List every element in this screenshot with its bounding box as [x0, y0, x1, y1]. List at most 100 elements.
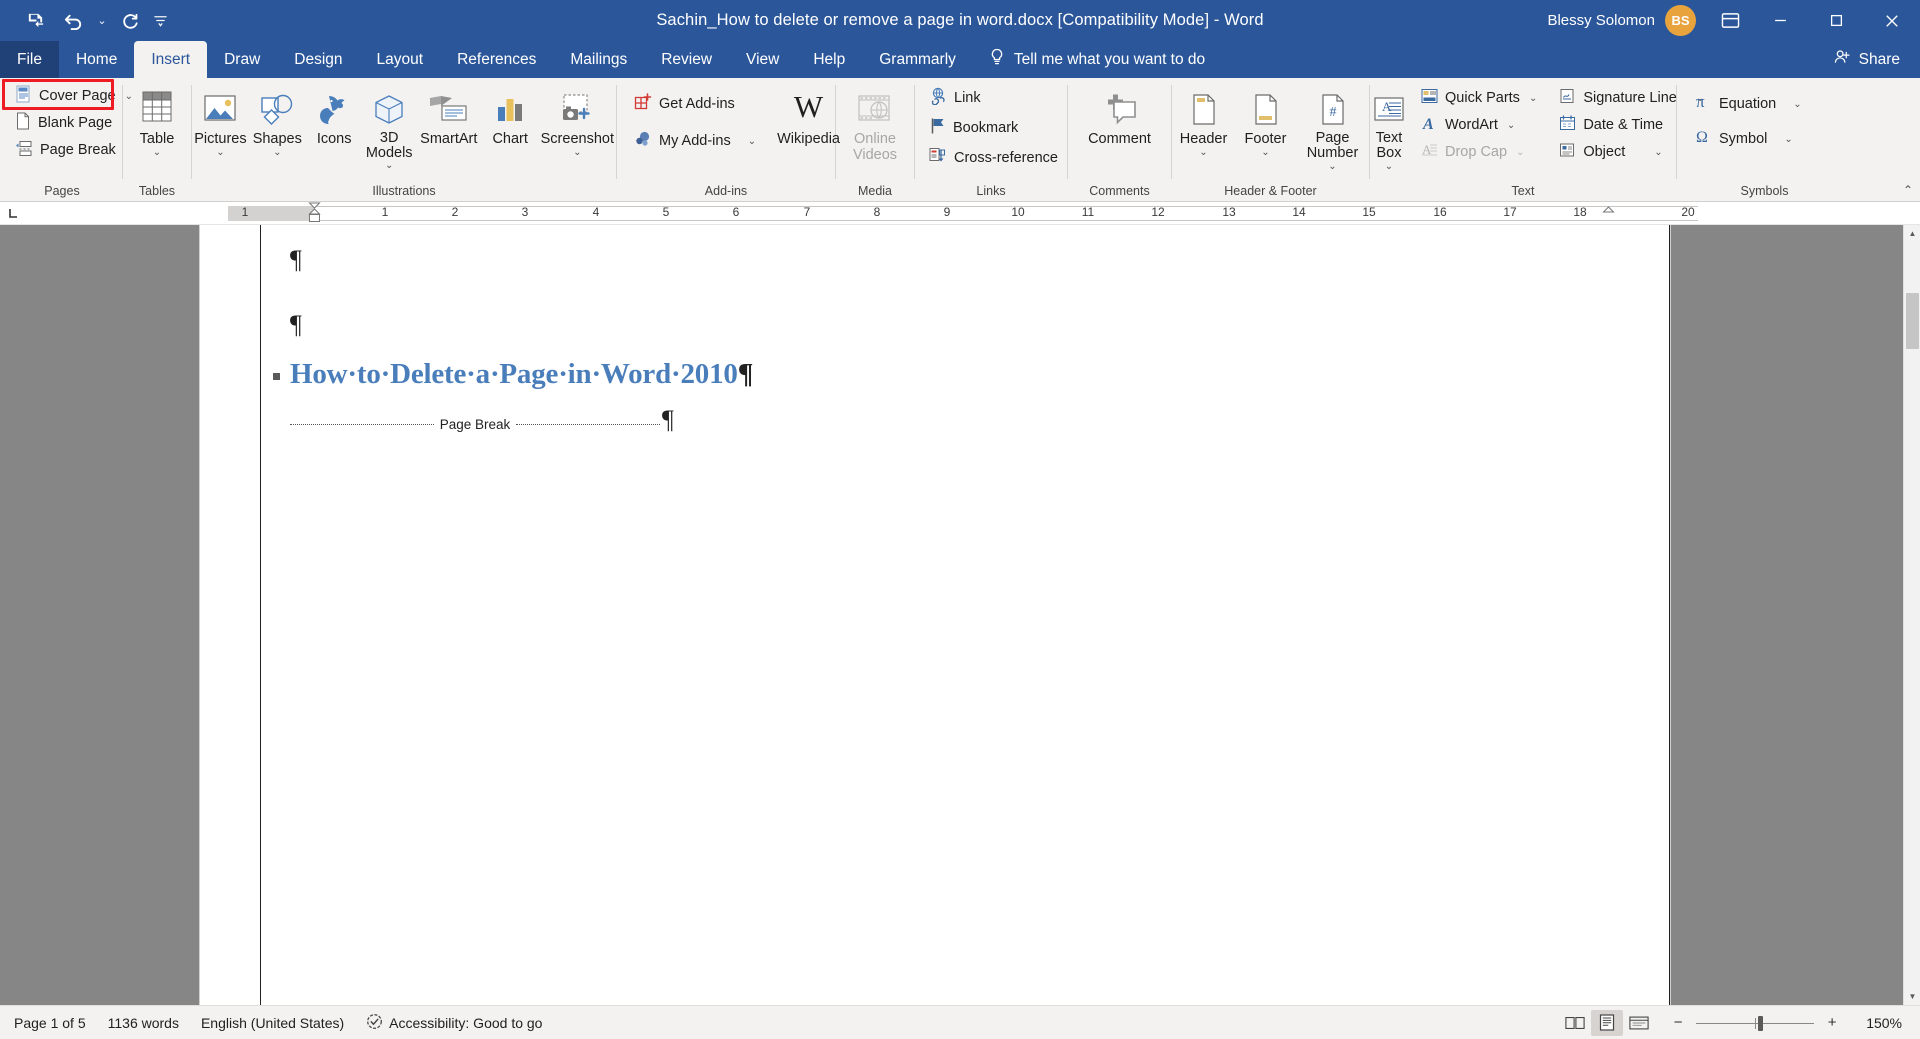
- lightbulb-icon: [989, 48, 1005, 71]
- read-mode-icon[interactable]: [1559, 1010, 1591, 1036]
- tab-review[interactable]: Review: [644, 41, 729, 78]
- shapes-button[interactable]: Shapes ⌄: [249, 83, 306, 169]
- group-label-links: Links: [976, 184, 1006, 198]
- tab-stop-selector[interactable]: [0, 202, 28, 224]
- header-button[interactable]: Header ⌄: [1173, 83, 1235, 169]
- chevron-down-icon[interactable]: ⌄: [1328, 161, 1336, 172]
- undo-icon[interactable]: [56, 6, 90, 36]
- tab-file[interactable]: File: [0, 41, 59, 78]
- icons-button[interactable]: Icons: [306, 83, 363, 169]
- save-icon[interactable]: [18, 6, 52, 36]
- tab-mailings[interactable]: Mailings: [553, 41, 644, 78]
- ribbon-display-options-icon[interactable]: [1708, 0, 1752, 41]
- table-button[interactable]: Table ⌄: [126, 83, 188, 169]
- chevron-down-icon[interactable]: ⌄: [1784, 134, 1792, 145]
- document-page[interactable]: ¶ ¶ How·to·Delete·a·Page·in·Word·2010¶ P…: [200, 225, 1670, 1005]
- zoom-out-button[interactable]: −: [1669, 1012, 1687, 1034]
- online-videos-label: Online Videos: [852, 131, 898, 163]
- document-heading[interactable]: How·to·Delete·a·Page·in·Word·2010¶: [290, 358, 753, 391]
- document-workspace[interactable]: ¶ ¶ How·to·Delete·a·Page·in·Word·2010¶ P…: [0, 225, 1920, 1005]
- wikipedia-icon: W: [793, 89, 824, 124]
- print-layout-icon[interactable]: [1591, 1009, 1624, 1036]
- share-button[interactable]: Share: [1814, 41, 1920, 78]
- page-indicator[interactable]: Page 1 of 5: [0, 1006, 97, 1039]
- chevron-down-icon[interactable]: ⌄: [1261, 147, 1269, 158]
- text-box-button[interactable]: A Text Box ⌄: [1370, 83, 1408, 174]
- tab-references[interactable]: References: [440, 41, 553, 78]
- zoom-in-button[interactable]: +: [1823, 1012, 1841, 1034]
- quick-parts-button[interactable]: Quick Parts ⌄: [1414, 85, 1544, 111]
- smartart-button[interactable]: SmartArt: [416, 83, 482, 169]
- vertical-scrollbar[interactable]: ▲ ▼: [1903, 225, 1920, 1005]
- close-button[interactable]: [1864, 0, 1920, 41]
- cross-reference-button[interactable]: Cross-reference: [922, 145, 1065, 171]
- chevron-down-icon[interactable]: ⌄: [1529, 93, 1537, 104]
- zoom-slider[interactable]: [1696, 1012, 1815, 1034]
- scroll-down-icon[interactable]: ▼: [1904, 988, 1920, 1005]
- 3d-models-button[interactable]: 3D Models ⌄: [363, 83, 416, 173]
- chevron-down-icon[interactable]: ⌄: [1793, 99, 1801, 110]
- tab-draw[interactable]: Draw: [207, 41, 277, 78]
- chevron-down-icon[interactable]: ⌄: [216, 147, 224, 158]
- tell-me-search[interactable]: Tell me what you want to do: [973, 41, 1219, 78]
- get-addins-button[interactable]: Get Add-ins: [627, 91, 763, 117]
- cover-page-button[interactable]: Cover Page ⌄: [8, 83, 140, 109]
- chevron-down-icon[interactable]: ⌄: [1199, 147, 1207, 158]
- chevron-down-icon[interactable]: ⌄: [273, 147, 281, 158]
- zoom-slider-thumb[interactable]: [1758, 1015, 1764, 1031]
- language-indicator[interactable]: English (United States): [190, 1006, 355, 1039]
- wordart-button[interactable]: A WordArt ⌄: [1414, 112, 1544, 138]
- wikipedia-button[interactable]: W Wikipedia: [775, 83, 842, 169]
- right-indent-marker[interactable]: [1602, 203, 1615, 219]
- zoom-level-label[interactable]: 150%: [1862, 1015, 1906, 1031]
- link-button[interactable]: Link: [922, 85, 1065, 111]
- tab-layout[interactable]: Layout: [360, 41, 441, 78]
- word-count[interactable]: 1136 words: [97, 1006, 190, 1039]
- restore-button[interactable]: [1808, 0, 1864, 41]
- scroll-up-icon[interactable]: ▲: [1904, 225, 1920, 242]
- tab-home[interactable]: Home: [59, 41, 134, 78]
- chevron-down-icon[interactable]: ⌄: [1507, 120, 1515, 131]
- pictures-button[interactable]: Pictures ⌄: [192, 83, 249, 169]
- chart-button[interactable]: Chart: [482, 83, 539, 169]
- tab-view[interactable]: View: [729, 41, 796, 78]
- scrollbar-thumb[interactable]: [1906, 293, 1919, 349]
- undo-dropdown-icon[interactable]: ⌄: [94, 6, 110, 36]
- ruler-number: 20: [1681, 205, 1695, 219]
- equation-button[interactable]: π Equation ⌄: [1687, 91, 1809, 117]
- ribbon-tabs: File Home Insert Draw Design Layout Refe…: [0, 41, 1920, 78]
- accessibility-status[interactable]: Accessibility: Good to go: [355, 1006, 553, 1039]
- first-line-indent-marker[interactable]: [308, 202, 321, 224]
- screenshot-button[interactable]: Screenshot ⌄: [539, 83, 616, 169]
- minimize-button[interactable]: [1752, 0, 1808, 41]
- customize-qat-icon[interactable]: [152, 6, 168, 36]
- chevron-down-icon[interactable]: ⌄: [573, 147, 581, 158]
- tab-help[interactable]: Help: [796, 41, 862, 78]
- page-break-line-left: [290, 423, 434, 425]
- web-layout-icon[interactable]: [1623, 1010, 1655, 1036]
- chevron-down-icon[interactable]: ⌄: [1654, 147, 1662, 158]
- chevron-down-icon[interactable]: ⌄: [153, 147, 161, 158]
- account-button[interactable]: Blessy Solomon BS: [1539, 0, 1708, 41]
- footer-button[interactable]: Footer ⌄: [1235, 83, 1297, 169]
- bookmark-button[interactable]: Bookmark: [922, 115, 1065, 141]
- tab-grammarly[interactable]: Grammarly: [862, 41, 973, 78]
- page-break-button[interactable]: Page Break: [8, 137, 140, 163]
- my-addins-button[interactable]: My Add-ins ⌄: [627, 128, 763, 154]
- drop-cap-button[interactable]: A Drop Cap ⌄: [1414, 139, 1544, 165]
- redo-icon[interactable]: [114, 6, 148, 36]
- symbol-button[interactable]: Ω Symbol ⌄: [1687, 126, 1809, 152]
- collapse-ribbon-icon[interactable]: ⌃: [1903, 183, 1913, 197]
- chevron-down-icon[interactable]: ⌄: [385, 160, 393, 171]
- chevron-down-icon[interactable]: ⌄: [1385, 161, 1393, 172]
- tab-design[interactable]: Design: [277, 41, 359, 78]
- group-label-header-footer: Header & Footer: [1224, 184, 1317, 198]
- pictures-label: Pictures: [194, 131, 247, 147]
- comment-button[interactable]: Comment: [1074, 83, 1166, 169]
- online-videos-button[interactable]: Online Videos: [840, 83, 910, 169]
- horizontal-ruler[interactable]: 1 1 2 3 4 5 6 7 8 9 10 11 12 13 14 15 16…: [28, 202, 1920, 224]
- tab-insert[interactable]: Insert: [134, 41, 208, 78]
- chevron-down-icon[interactable]: ⌄: [748, 136, 756, 147]
- blank-page-button[interactable]: Blank Page: [8, 110, 140, 136]
- page-number-button[interactable]: # Page Number ⌄: [1297, 83, 1369, 174]
